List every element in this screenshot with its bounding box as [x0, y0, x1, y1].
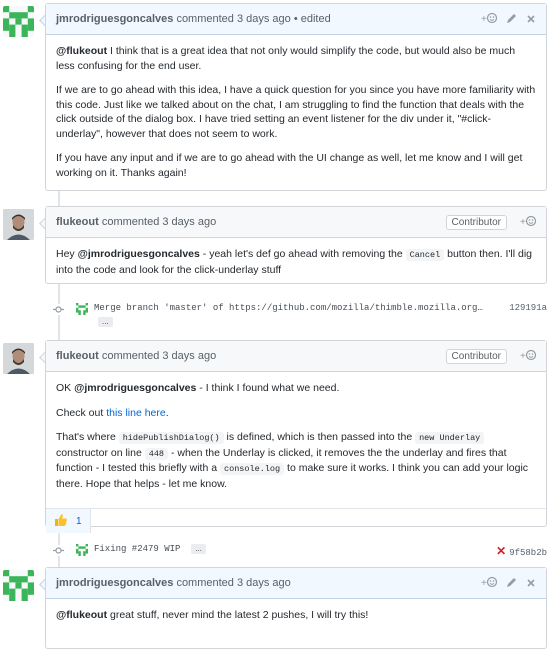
pencil-icon[interactable] — [506, 12, 517, 27]
comment-text: . — [165, 406, 169, 419]
contributor-badge: Contributor — [445, 348, 507, 364]
commit-sha[interactable]: 9f58b2b — [509, 548, 547, 558]
inline-code: Cancel — [405, 249, 445, 261]
comment-paragraph: @flukeout I think that is a great idea t… — [56, 44, 536, 73]
comment-paragraph: Check out this line here. — [56, 406, 536, 421]
commit-expand-button[interactable]: ... — [98, 317, 113, 327]
comment-meta[interactable]: commented 3 days ago — [102, 350, 216, 362]
user-mention[interactable]: @jmrodriguesgoncalves — [74, 382, 196, 394]
comment-text: Check out — [56, 406, 107, 419]
thumbs-up-icon — [54, 513, 68, 530]
comment-body: @flukeout great stuff, never mind the la… — [46, 599, 546, 639]
comment-text: - yeah let's def go ahead with removing … — [199, 248, 406, 260]
comment-meta[interactable]: commented 3 days ago • edited — [176, 13, 330, 25]
commit-sha-group: ✕ 9f58b2b — [496, 544, 547, 558]
comment-text: - I think I found what we need. — [196, 382, 340, 394]
comment-paragraph: That's where hidePublishDialog() is defi… — [56, 430, 536, 491]
comment-body: @flukeout I think that is a great idea t… — [46, 35, 546, 196]
comment-paragraph: If we are to go ahead with this idea, I … — [56, 84, 536, 140]
commit-message[interactable]: Merge branch 'master' of https://github.… — [94, 303, 483, 313]
avatar-flukeout[interactable] — [3, 343, 34, 374]
comment-paragraph: @flukeout great stuff, never mind the la… — [56, 608, 536, 623]
commit-message: Fixing #2479 WIP ... — [94, 544, 206, 554]
commit-message-text[interactable]: Fixing #2479 WIP — [94, 544, 180, 554]
smiley-add-icon[interactable]: + — [520, 215, 537, 230]
comment-header: flukeout commented 3 days ago Contributo… — [46, 207, 546, 238]
inline-code: hidePublishDialog() — [118, 432, 224, 444]
comment-meta[interactable]: commented 3 days ago — [176, 577, 290, 589]
smiley-add-icon[interactable]: + — [481, 576, 498, 591]
comment-paragraph: Hey @jmrodriguesgoncalves - yeah let's d… — [56, 247, 536, 277]
comment-text: Hey — [56, 248, 78, 260]
comment-header: jmrodriguesgoncalves commented 3 days ag… — [46, 568, 546, 599]
comment-4: jmrodriguesgoncalves commented 3 days ag… — [45, 567, 547, 649]
x-icon[interactable] — [526, 12, 536, 27]
commit-sha[interactable]: 129191a — [509, 303, 547, 313]
reaction-count: 1 — [76, 515, 82, 527]
inline-code: console.log — [220, 463, 285, 475]
comment-text: is defined, which is then passed into th… — [223, 431, 416, 443]
this-line-here-link[interactable]: this line here — [106, 407, 166, 419]
comment-author[interactable]: flukeout — [56, 216, 99, 228]
comment-author[interactable]: jmrodriguesgoncalves — [56, 13, 173, 25]
commit-expand-button[interactable]: ... — [191, 544, 206, 554]
svg-text:+: + — [520, 351, 526, 361]
comment-3: flukeout commented 3 days ago Contributo… — [45, 340, 547, 533]
avatar-jmrodriguesgoncalves[interactable] — [3, 6, 34, 37]
smiley-add-icon[interactable]: + — [481, 12, 498, 27]
avatar-flukeout[interactable] — [3, 209, 34, 240]
commit-row: Merge branch 'master' of https://github.… — [50, 300, 547, 330]
user-mention[interactable]: @flukeout — [56, 45, 107, 57]
git-commit-icon — [53, 304, 64, 315]
comment-body: OK @jmrodriguesgoncalves - I think I fou… — [46, 372, 546, 508]
comment-text: OK — [56, 382, 75, 394]
commit-author-avatar[interactable] — [76, 303, 88, 315]
svg-text:+: + — [481, 578, 487, 588]
comment-text: I think that is a great idea that not on… — [56, 45, 516, 72]
comment-text: great stuff, never mind the latest 2 pus… — [107, 609, 369, 621]
comment-body: Hey @jmrodriguesgoncalves - yeah let's d… — [46, 238, 546, 293]
contributor-badge: Contributor — [445, 214, 507, 230]
user-mention[interactable]: @flukeout — [56, 609, 107, 621]
svg-text:+: + — [481, 14, 487, 24]
comment-author[interactable]: flukeout — [56, 350, 99, 362]
commit-author-avatar[interactable] — [76, 544, 88, 556]
thumbs-up-reaction[interactable]: 1 — [46, 509, 91, 533]
git-commit-icon — [53, 545, 64, 556]
reactions-bar: 1 — [46, 508, 546, 533]
inline-code: new Underlay — [415, 432, 485, 444]
comment-paragraph: If you have any input and if we are to g… — [56, 152, 523, 179]
avatar-jmrodriguesgoncalves[interactable] — [3, 570, 34, 601]
comment-text: constructor on line — [56, 446, 145, 459]
comment-2: flukeout commented 3 days ago Contributo… — [45, 206, 547, 284]
comment-header: jmrodriguesgoncalves commented 3 days ag… — [46, 4, 546, 35]
pencil-icon[interactable] — [506, 576, 517, 591]
inline-code: 448 — [144, 447, 169, 460]
comment-text: That's where — [56, 431, 119, 443]
user-mention[interactable]: @jmrodriguesgoncalves — [78, 248, 200, 260]
comment-1: jmrodriguesgoncalves commented 3 days ag… — [45, 3, 547, 191]
comment-meta[interactable]: commented 3 days ago — [102, 216, 216, 228]
comment-paragraph: OK @jmrodriguesgoncalves - I think I fou… — [56, 381, 536, 396]
svg-text:+: + — [520, 217, 526, 227]
comment-author[interactable]: jmrodriguesgoncalves — [56, 577, 173, 589]
x-mark-icon[interactable]: ✕ — [496, 544, 506, 558]
x-icon[interactable] — [526, 576, 536, 591]
smiley-add-icon[interactable]: + — [520, 349, 537, 364]
comment-header: flukeout commented 3 days ago Contributo… — [46, 341, 546, 372]
